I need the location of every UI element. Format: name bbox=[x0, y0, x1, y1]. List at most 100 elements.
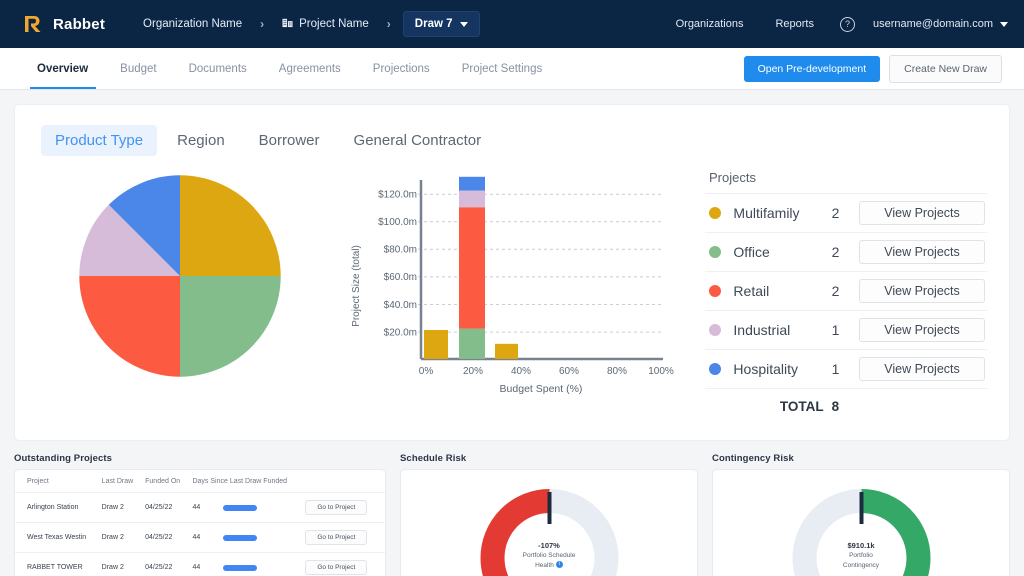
legend-action-cell: View Projects bbox=[857, 311, 987, 350]
go-to-project-button[interactable]: Go to Project bbox=[305, 560, 368, 575]
legend-total-value: 8 bbox=[831, 399, 840, 414]
legend-total-spacer bbox=[705, 389, 731, 422]
nav-tab-documents[interactable]: Documents bbox=[173, 48, 263, 89]
cell-action: Go to Project bbox=[301, 522, 385, 553]
create-new-draw-button[interactable]: Create New Draw bbox=[889, 54, 1002, 83]
legend-count-multifamily: 2 bbox=[831, 205, 840, 221]
outstanding-projects-table: Project Last Draw Funded On Days Since L… bbox=[15, 470, 385, 576]
cell-last-draw: Draw 2 bbox=[97, 522, 142, 553]
legend-label-office: Office bbox=[733, 244, 770, 260]
legend-row-hospitality: Hospitality 1 View Projects bbox=[705, 349, 987, 389]
view-projects-button-office[interactable]: View Projects bbox=[859, 240, 985, 264]
segment-tabs: Product Type Region Borrower General Con… bbox=[15, 105, 1009, 156]
legend-count-industrial: 1 bbox=[831, 322, 840, 338]
cell-last-draw: Draw 2 bbox=[97, 492, 142, 523]
view-projects-button-hospitality[interactable]: View Projects bbox=[859, 357, 985, 381]
contingency-risk-gauge bbox=[792, 489, 930, 576]
legend-table: Multifamily 2 View Projects Office 2 Vie… bbox=[705, 193, 987, 421]
bar-chart-svg: Project Size (total) $120.0m $100.0m $80… bbox=[351, 176, 674, 395]
nav-tabs: Overview Budget Documents Agreements Pro… bbox=[22, 48, 558, 89]
bar-chart-xtick-20: 20% bbox=[463, 366, 483, 377]
open-pre-development-button[interactable]: Open Pre-development bbox=[743, 55, 881, 82]
bar-chart-xtick-60: 60% bbox=[559, 366, 579, 377]
bar-2-industrial bbox=[459, 190, 485, 208]
draw-selector-button[interactable]: Draw 7 bbox=[402, 11, 480, 37]
nav-tab-projections[interactable]: Projections bbox=[357, 48, 446, 89]
bar-2-hospitality bbox=[459, 176, 485, 191]
progress-bar bbox=[223, 564, 258, 571]
cell-project: West Texas Westin bbox=[15, 522, 98, 553]
nav-tab-overview[interactable]: Overview bbox=[22, 48, 104, 89]
legend-swatch-cell bbox=[705, 350, 731, 389]
legend-count-hospitality: 1 bbox=[831, 361, 840, 377]
segment-tab-product-type[interactable]: Product Type bbox=[41, 125, 158, 156]
legend-swatch-cell bbox=[705, 194, 731, 233]
cell-last-draw: Draw 2 bbox=[97, 552, 142, 576]
schedule-risk-title: Schedule Risk bbox=[400, 453, 467, 464]
cell-funded-on: 04/25/22 bbox=[141, 552, 189, 576]
go-to-project-button[interactable]: Go to Project bbox=[305, 530, 368, 545]
column-header-project: Project bbox=[27, 478, 49, 485]
chevron-down-icon bbox=[1000, 21, 1008, 27]
top-link-reports[interactable]: Reports bbox=[759, 18, 830, 30]
overview-card: Product Type Region Borrower General Con… bbox=[14, 104, 1010, 441]
cell-action: Go to Project bbox=[301, 492, 385, 523]
view-projects-button-retail[interactable]: View Projects bbox=[859, 279, 985, 303]
cell-project: RABBET TOWER bbox=[15, 552, 98, 576]
legend-label-retail: Retail bbox=[733, 283, 770, 299]
contingency-risk-panel: $910.1k Portfolio Contingency bbox=[712, 469, 1010, 576]
segment-tab-borrower[interactable]: Borrower bbox=[245, 125, 334, 156]
view-projects-button-multifamily[interactable]: View Projects bbox=[859, 201, 985, 225]
nav-tab-agreements[interactable]: Agreements bbox=[263, 48, 357, 89]
segment-tab-region[interactable]: Region bbox=[163, 125, 239, 156]
breadcrumb-project[interactable]: Project Name bbox=[272, 17, 379, 31]
budget-spent-bar-chart: Project Size (total) $120.0m $100.0m $80… bbox=[345, 162, 695, 398]
bar-2-retail bbox=[459, 207, 485, 329]
bar-chart-ytick-60: $60.0m bbox=[384, 272, 417, 283]
view-projects-button-industrial[interactable]: View Projects bbox=[859, 318, 985, 342]
charts-row: Project Size (total) $120.0m $100.0m $80… bbox=[15, 156, 1009, 421]
bar-chart-xtick-40: 40% bbox=[511, 366, 531, 377]
column-header-funded-on: Funded On bbox=[145, 478, 181, 485]
product-type-pie-chart bbox=[15, 162, 345, 382]
legend-action-cell: View Projects bbox=[857, 194, 987, 233]
building-icon bbox=[282, 17, 293, 31]
outstanding-projects-title: Outstanding Projects bbox=[14, 453, 113, 464]
bar-chart-ylabel: Project Size (total) bbox=[351, 245, 362, 327]
nav-tab-project-settings[interactable]: Project Settings bbox=[446, 48, 559, 89]
legend-total-label: TOTAL bbox=[779, 399, 824, 414]
breadcrumb-project-label: Project Name bbox=[299, 18, 369, 30]
breadcrumb-organization[interactable]: Organization Name bbox=[133, 18, 252, 30]
cell-days: 44 bbox=[188, 552, 220, 576]
brand-logo[interactable]: Rabbet bbox=[22, 13, 105, 35]
question-mark-icon[interactable]: ? bbox=[840, 16, 855, 32]
top-link-organizations[interactable]: Organizations bbox=[660, 18, 760, 30]
go-to-project-button[interactable]: Go to Project bbox=[305, 500, 368, 515]
color-dot-icon bbox=[709, 324, 721, 336]
column-header-days-since: Days Since Last Draw Funded bbox=[192, 478, 288, 485]
cell-funded-on: 04/25/22 bbox=[141, 522, 189, 553]
legend-column-header: Projects bbox=[709, 170, 756, 185]
legend-row-industrial: Industrial 1 View Projects bbox=[705, 310, 987, 350]
dashboard-page: Rabbet Organization Name › Project Name … bbox=[0, 0, 1024, 576]
segment-tab-general-contractor[interactable]: General Contractor bbox=[340, 125, 496, 156]
bar-chart-ytick-40: $40.0m bbox=[384, 300, 417, 311]
nav-tab-budget[interactable]: Budget bbox=[104, 48, 172, 89]
contingency-risk-column: Contingency Risk $910.1k Portfolio Conti… bbox=[712, 453, 1010, 576]
bar-chart-ytick-20: $20.0m bbox=[384, 327, 417, 338]
nav-actions: Open Pre-development Create New Draw bbox=[743, 54, 1002, 83]
top-bar-right: Organizations Reports ? username@domain.… bbox=[660, 16, 1008, 32]
bar-chart-xtick-100: 100% bbox=[648, 366, 674, 377]
bar-chart-xtick-0: 0% bbox=[419, 366, 434, 377]
color-dot-icon bbox=[709, 246, 721, 258]
legend-total-spacer-2 bbox=[857, 389, 987, 422]
bar-chart-xtick-80: 80% bbox=[607, 366, 627, 377]
legend-swatch-cell bbox=[705, 311, 731, 350]
color-dot-icon bbox=[709, 285, 721, 297]
user-menu[interactable]: username@domain.com bbox=[865, 18, 1008, 30]
schedule-risk-gauge bbox=[480, 489, 618, 576]
table-header-row: Project Last Draw Funded On Days Since L… bbox=[15, 470, 385, 493]
schedule-risk-panel: -107% Portfolio Schedule Health i bbox=[400, 469, 698, 576]
color-dot-icon bbox=[709, 207, 721, 219]
outstanding-projects-column: Outstanding Projects Project Last Draw F… bbox=[14, 453, 386, 576]
